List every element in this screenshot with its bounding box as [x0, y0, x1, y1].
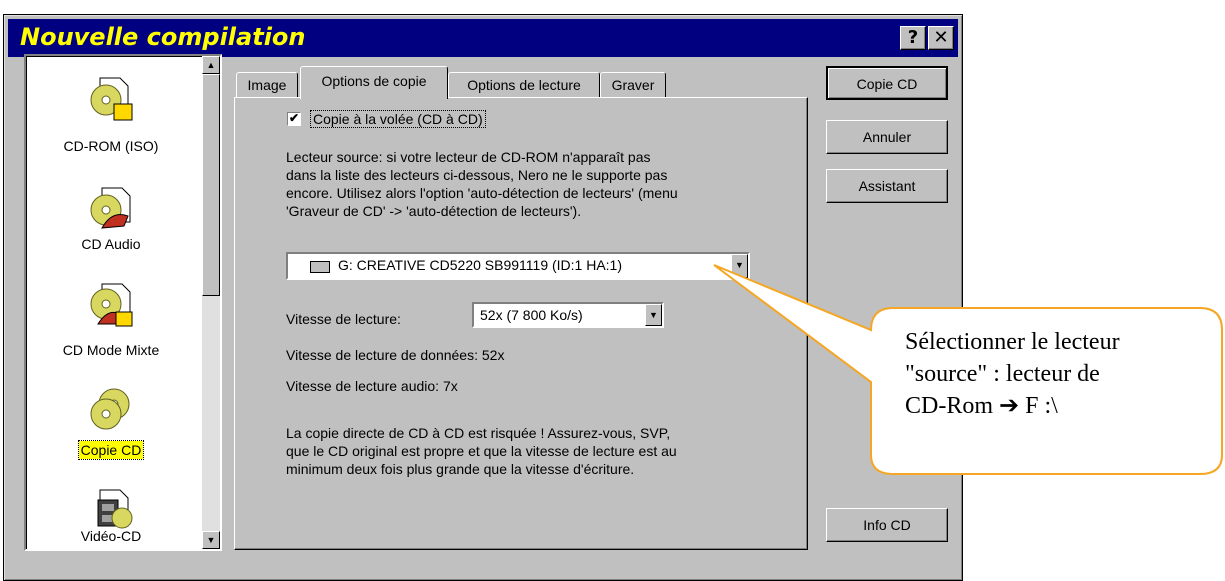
callout-bubble: [713, 264, 1223, 475]
tab-copy-options[interactable]: Options de copie: [300, 66, 448, 99]
callout-text: Sélectionner le lecteur "source" : lecte…: [905, 329, 1120, 419]
